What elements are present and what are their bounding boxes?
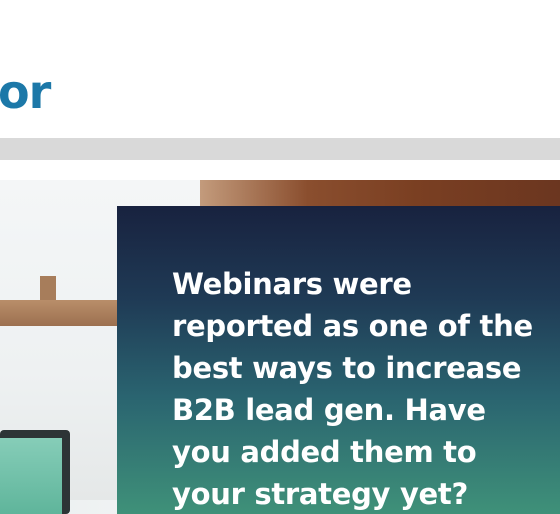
hero-headline: Webinars were reported as one of the bes… bbox=[172, 267, 533, 511]
header-divider bbox=[0, 138, 560, 160]
site-logo[interactable]: or bbox=[0, 62, 51, 122]
hero-shelf bbox=[0, 300, 122, 326]
site-header: or bbox=[0, 0, 560, 138]
hero-laptop-screen bbox=[0, 438, 62, 514]
